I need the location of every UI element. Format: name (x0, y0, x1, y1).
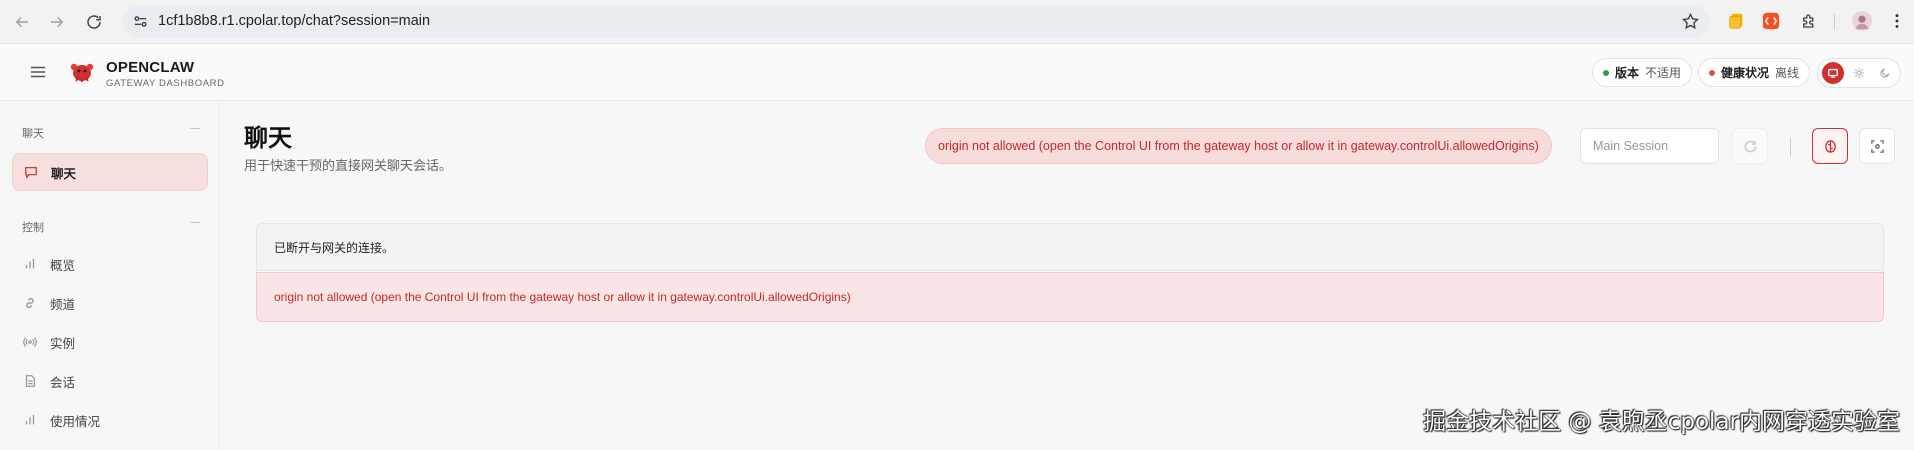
sidebar-item-label: 使用情况 (50, 413, 101, 429)
profile-avatar[interactable] (1852, 11, 1872, 31)
browser-toolbar: 1cf1b8b8.r1.cpolar.top/chat?session=main (0, 0, 1914, 44)
sidebar-item-label: 概览 (50, 257, 76, 273)
thinking-toggle-button[interactable] (1812, 128, 1848, 164)
brain-icon (1824, 139, 1836, 153)
code-extension-icon[interactable] (1761, 11, 1781, 31)
refresh-icon (1744, 140, 1756, 152)
health-value: 离线 (1775, 66, 1800, 80)
sidebar-item-channels[interactable]: 频道 (12, 284, 208, 322)
url-text: 1cf1b8b8.r1.cpolar.top/chat?session=main (158, 13, 431, 29)
notes-extension-icon[interactable] (1727, 11, 1747, 31)
connection-error-pill: origin not allowed (open the Control UI … (925, 128, 1552, 164)
sidebar-item-label: 实例 (50, 335, 76, 351)
refresh-button[interactable] (1732, 128, 1768, 164)
version-label: 版本 (1615, 66, 1640, 80)
collapse-icon[interactable]: — (190, 217, 200, 228)
watermark-text: 掘金技术社区 @ 袁煦丞cpolar内网穿透实验室 (1423, 409, 1900, 435)
page-title: 聊天 (244, 124, 292, 152)
openclaw-logo-icon (70, 63, 94, 82)
light-theme-button[interactable] (1848, 62, 1870, 84)
sidebar-item-overview[interactable]: 概览 (12, 245, 208, 283)
menu-icon[interactable] (29, 63, 47, 81)
sidebar-section-chat: 聊天 (22, 127, 44, 140)
sidebar-section-control: 控制 (22, 221, 44, 234)
page-subtitle: 用于快速干预的直接网关聊天会话。 (244, 159, 453, 174)
status-dot-icon (1709, 69, 1715, 76)
sidebar-item-chat[interactable]: 聊天 (12, 153, 208, 191)
system-theme-button[interactable] (1822, 62, 1844, 84)
chat-panel: 已断开与网关的连接。 origin not allowed (open the … (256, 223, 1884, 323)
reload-icon[interactable] (82, 10, 106, 34)
app-header: OPENCLAW GATEWAY DASHBOARD 版本 不适用 健康状况 离… (0, 44, 1914, 101)
address-bar[interactable]: 1cf1b8b8.r1.cpolar.top/chat?session=main (122, 5, 1710, 38)
health-label: 健康状况 (1721, 66, 1770, 80)
site-settings-icon[interactable] (132, 13, 149, 30)
error-callout: origin not allowed (open the Control UI … (256, 272, 1884, 322)
puzzle-extension-icon[interactable] (1799, 11, 1819, 31)
more-menu-icon[interactable] (1887, 11, 1907, 31)
brand-subtitle: GATEWAY DASHBOARD (106, 78, 225, 89)
broadcast-icon (23, 335, 37, 349)
link-icon (23, 296, 37, 310)
toolbar-divider (1790, 138, 1791, 156)
status-dot-icon (1603, 69, 1609, 76)
dark-theme-button[interactable] (1874, 62, 1896, 84)
version-value: 不适用 (1645, 66, 1682, 80)
sidebar-item-label: 频道 (50, 296, 76, 312)
back-arrow-icon[interactable] (10, 10, 34, 34)
brand-title: OPENCLAW (106, 59, 195, 76)
sidebar: 聊天 — 聊天 控制 — 概览 频道 实例 会话 使用情况 (0, 101, 220, 450)
theme-switcher (1817, 58, 1901, 88)
bar-chart-icon (23, 257, 37, 271)
message-icon (24, 165, 38, 179)
forward-arrow-icon[interactable] (45, 10, 69, 34)
collapse-icon[interactable]: — (190, 123, 200, 134)
sidebar-item-usage[interactable]: 使用情况 (12, 401, 208, 439)
sidebar-item-label: 聊天 (51, 165, 77, 181)
disconnected-status: 已断开与网关的连接。 (256, 223, 1884, 271)
sidebar-item-label: 会话 (50, 374, 76, 390)
focus-mode-button[interactable] (1859, 128, 1895, 164)
toolbar-divider (1834, 14, 1835, 30)
focus-icon (1870, 139, 1884, 153)
health-pill: 健康状况 离线 (1698, 58, 1811, 87)
bar-chart-icon (23, 413, 37, 427)
version-pill: 版本 不适用 (1592, 58, 1693, 87)
session-select[interactable] (1580, 128, 1719, 164)
bookmark-star-icon[interactable] (1681, 12, 1700, 31)
sidebar-item-sessions[interactable]: 会话 (12, 362, 208, 400)
sidebar-item-instances[interactable]: 实例 (12, 323, 208, 361)
document-icon (23, 374, 37, 388)
